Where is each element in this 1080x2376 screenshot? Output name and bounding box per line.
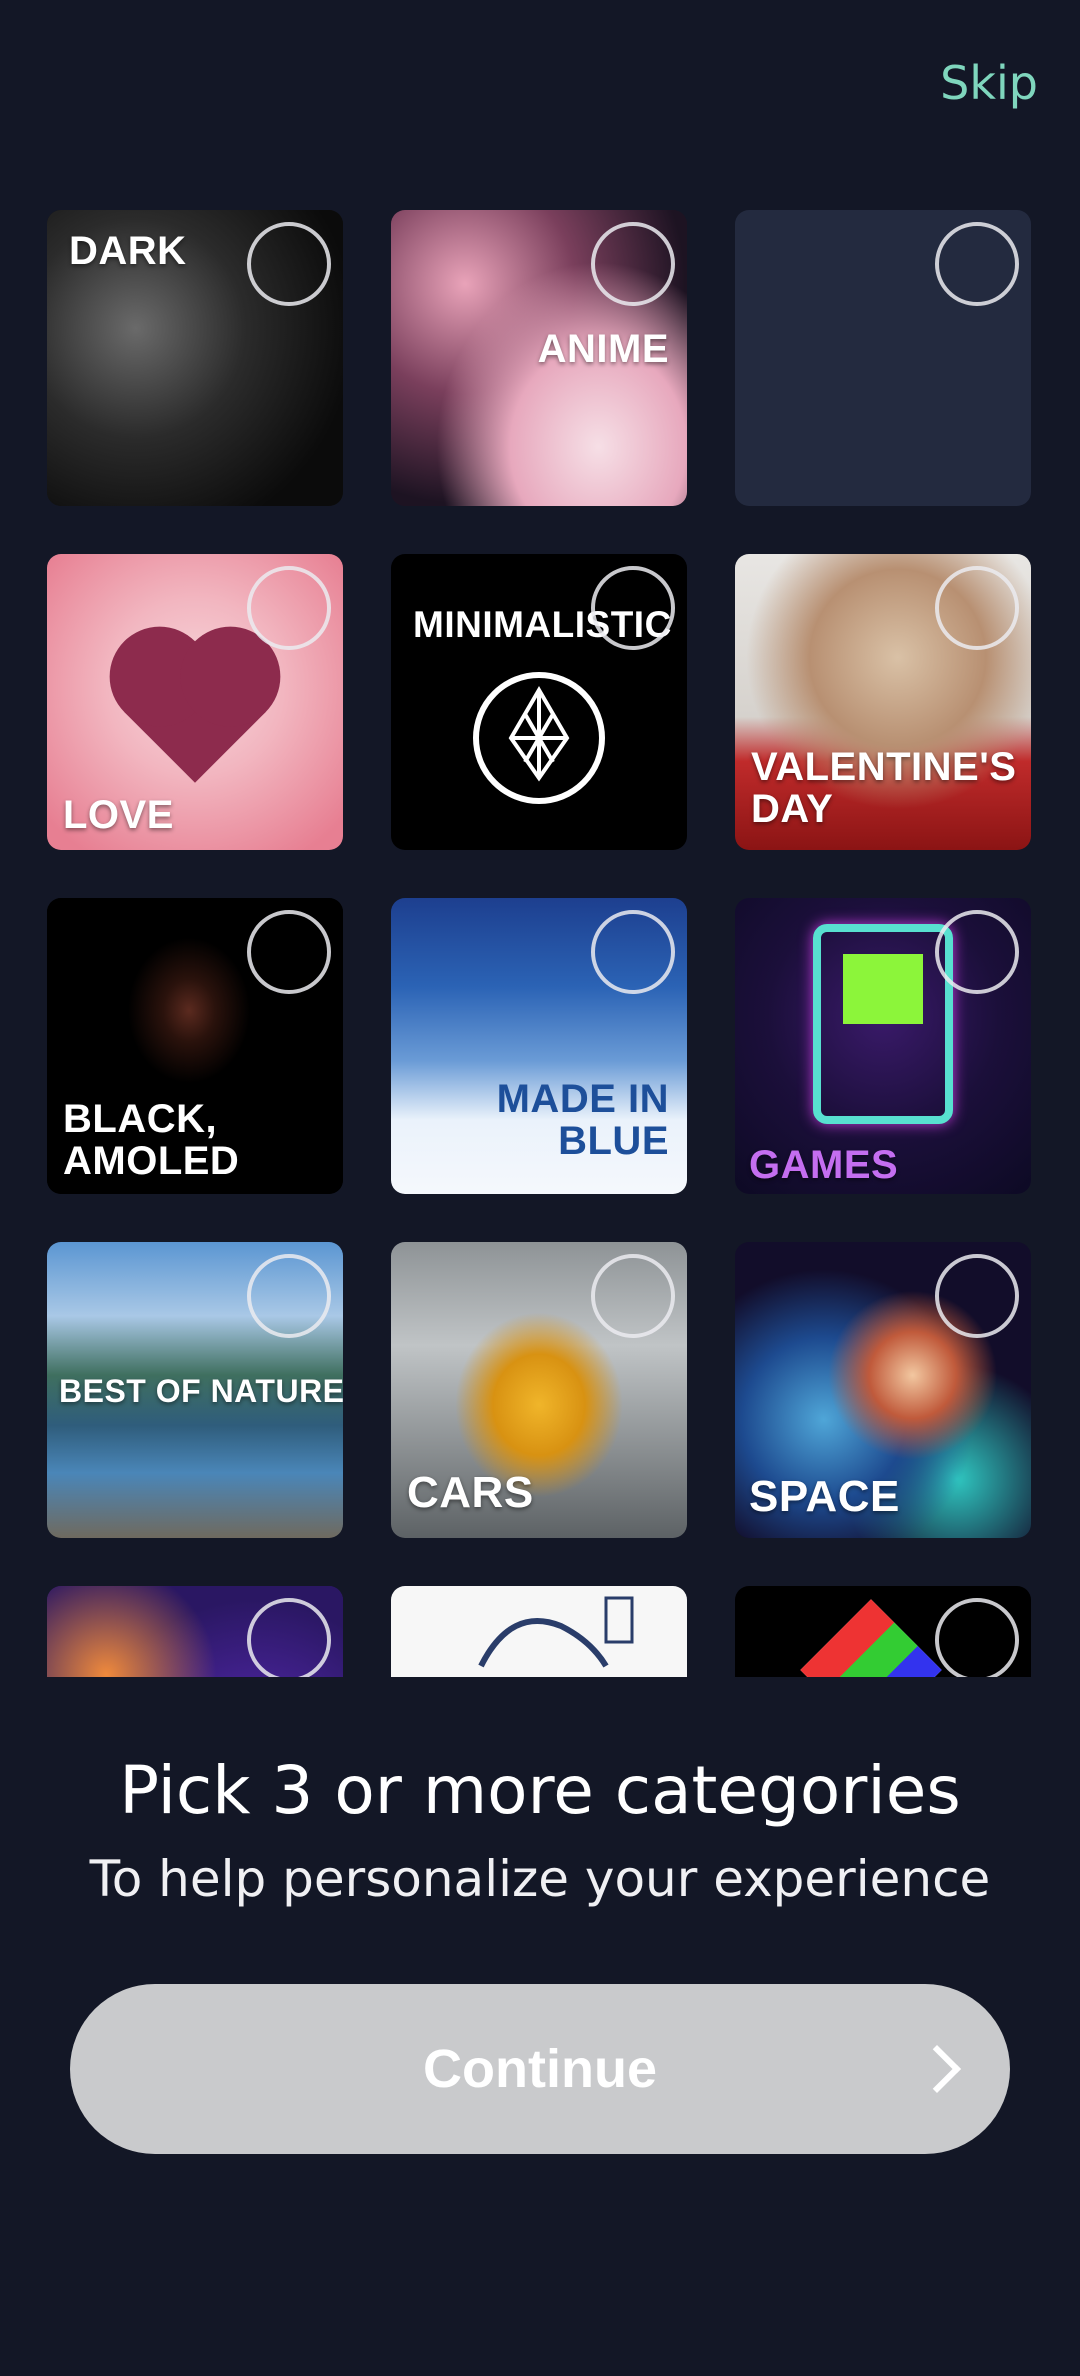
select-circle-icon[interactable]: [935, 1254, 1019, 1338]
category-label: GAMES: [749, 1143, 899, 1187]
category-label: LOVE: [63, 793, 174, 837]
category-label: BEST OF NATURE: [59, 1373, 343, 1409]
category-grid: DARK ANIME LOVE MINIMALISTIC VALENTINE'S…: [0, 210, 1080, 1677]
category-label: MADE IN BLUE: [496, 1077, 669, 1163]
select-circle-icon[interactable]: [591, 1254, 675, 1338]
continue-label: Continue: [423, 2039, 657, 2099]
category-label: BLACK, AMOLED: [63, 1097, 240, 1183]
handheld-console-icon: [813, 924, 953, 1124]
skip-button[interactable]: Skip: [940, 56, 1038, 110]
category-label: SPACE: [749, 1472, 900, 1521]
select-circle-icon[interactable]: [247, 1254, 331, 1338]
category-tile-black-amoled[interactable]: BLACK, AMOLED: [47, 898, 343, 1194]
crystal-emblem-icon: [473, 672, 605, 804]
chevron-right-icon: [912, 2044, 962, 2094]
wave-art-icon: [478, 1596, 634, 1668]
category-tile-minimalistic[interactable]: MINIMALISTIC: [391, 554, 687, 850]
category-label: ANIME: [537, 327, 669, 371]
category-tile-gradient[interactable]: [47, 1586, 343, 1677]
category-tile-cube[interactable]: [735, 1586, 1031, 1677]
category-label: VALENTINE'S DAY: [751, 745, 1017, 831]
select-circle-icon[interactable]: [935, 1598, 1019, 1677]
select-circle-icon[interactable]: [247, 566, 331, 650]
select-circle-icon[interactable]: [935, 910, 1019, 994]
select-circle-icon[interactable]: [247, 222, 331, 306]
category-tile-best-of-nature[interactable]: BEST OF NATURE: [47, 1242, 343, 1538]
category-tile-made-in-blue[interactable]: MADE IN BLUE: [391, 898, 687, 1194]
select-circle-icon[interactable]: [935, 222, 1019, 306]
category-tile-wave-art[interactable]: [391, 1586, 687, 1677]
category-tile-dark[interactable]: DARK: [47, 210, 343, 506]
category-label: CARS: [407, 1468, 534, 1517]
category-tile-games[interactable]: GAMES: [735, 898, 1031, 1194]
select-circle-icon[interactable]: [591, 566, 675, 650]
category-tile-loading[interactable]: [735, 210, 1031, 506]
select-circle-icon[interactable]: [591, 222, 675, 306]
category-tile-love[interactable]: LOVE: [47, 554, 343, 850]
select-circle-icon[interactable]: [935, 566, 1019, 650]
continue-button[interactable]: Continue: [70, 1984, 1010, 2154]
select-circle-icon[interactable]: [247, 910, 331, 994]
category-tile-cars[interactable]: CARS: [391, 1242, 687, 1538]
select-circle-icon[interactable]: [591, 910, 675, 994]
category-label: DARK: [69, 229, 187, 273]
page-subtitle: To help personalize your experience: [89, 1850, 991, 1908]
category-tile-valentines-day[interactable]: VALENTINE'S DAY: [735, 554, 1031, 850]
category-tile-space[interactable]: SPACE: [735, 1242, 1031, 1538]
category-tile-anime[interactable]: ANIME: [391, 210, 687, 506]
page-title: Pick 3 or more categories: [119, 1752, 961, 1829]
select-circle-icon[interactable]: [247, 1598, 331, 1677]
